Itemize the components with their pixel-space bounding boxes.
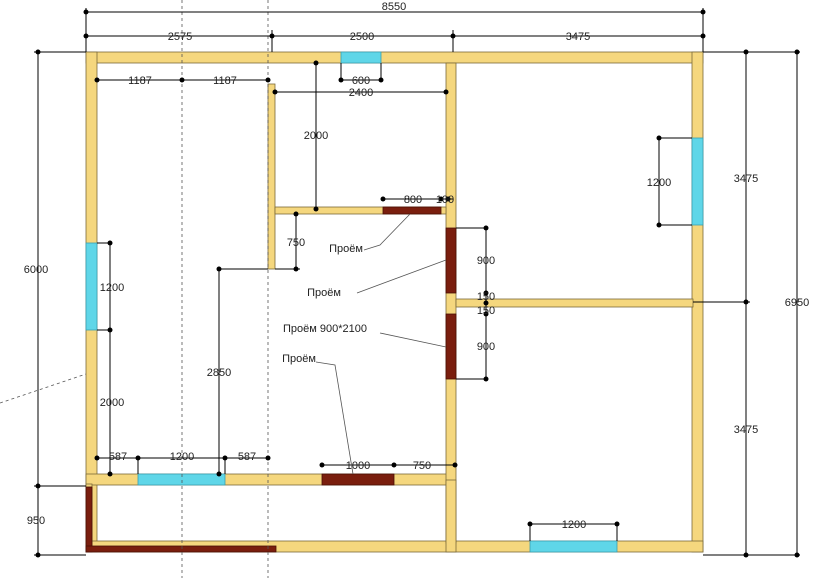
- porch-wall-right: [445, 479, 457, 553]
- dim-left-height: 6000: [24, 264, 48, 276]
- outer-wall-top: [85, 51, 704, 64]
- window-right: [691, 137, 704, 226]
- opening-label-2: Проём: [307, 287, 341, 299]
- opening-label-3: Проём 900*2100: [283, 323, 367, 335]
- door-mid-upper: [445, 227, 457, 294]
- dim-150-a: 150: [477, 291, 495, 303]
- dim-right-lower: 3475: [734, 424, 758, 436]
- dim-wall-100: 100: [436, 194, 454, 206]
- dim-1187-b: 1187: [213, 75, 237, 87]
- dim-2000-top: 2000: [304, 130, 328, 142]
- floor-plan: 8550 2575 2500 3475 6000 950 6950 3475 3…: [0, 0, 809, 578]
- dim-top-mid: 2500: [350, 31, 374, 43]
- dim-bot-750: 750: [413, 460, 431, 472]
- dim-total-width: 8550: [382, 1, 406, 13]
- dim-900-b: 900: [477, 341, 495, 353]
- door-mid-lower: [445, 313, 457, 380]
- window-top: [340, 51, 382, 64]
- dim-2850: 2850: [207, 367, 231, 379]
- dim-587-a: 587: [109, 451, 127, 463]
- door-bottom: [321, 473, 395, 486]
- door-porch-left: [85, 486, 93, 553]
- dim-door-1000: 1000: [346, 460, 370, 472]
- dim-win-left-1200: 1200: [100, 282, 124, 294]
- dim-top-right: 3475: [566, 31, 590, 43]
- door-porch-bottom: [85, 545, 277, 553]
- window-bottom-right: [529, 540, 618, 553]
- dim-right-height: 6950: [785, 297, 809, 309]
- dim-2400: 2400: [349, 87, 373, 99]
- dim-750: 750: [287, 237, 305, 249]
- opening-labels: Проём Проём Проём 900*2100 Проём: [282, 243, 367, 365]
- opening-label-1: Проём: [329, 243, 363, 255]
- window-bottom-left: [137, 473, 226, 486]
- dim-150-b: 150: [477, 305, 495, 317]
- partition-mid-vertical: [445, 62, 457, 544]
- dim-right-upper: 3475: [734, 173, 758, 185]
- opening-label-4: Проём: [282, 353, 316, 365]
- dim-587-b: 587: [238, 451, 256, 463]
- dim-top-left: 2575: [168, 31, 192, 43]
- dim-win-bottom-right-1200: 1200: [562, 519, 586, 531]
- dim-left-bottom: 950: [27, 515, 45, 527]
- dim-win-600: 600: [352, 75, 370, 87]
- dim-win-right-1200: 1200: [647, 177, 671, 189]
- dim-bot-1200: 1200: [170, 451, 194, 463]
- dim-door-800: 800: [404, 194, 422, 206]
- door-small-room: [382, 206, 442, 215]
- window-left: [85, 242, 98, 331]
- dim-900-a: 900: [477, 255, 495, 267]
- dim-2000-left: 2000: [100, 397, 124, 409]
- dim-1187-a: 1187: [128, 75, 152, 87]
- dimension-labels: 8550 2575 2500 3475 6000 950 6950 3475 3…: [24, 1, 809, 531]
- partition-small-vertical: [267, 83, 276, 270]
